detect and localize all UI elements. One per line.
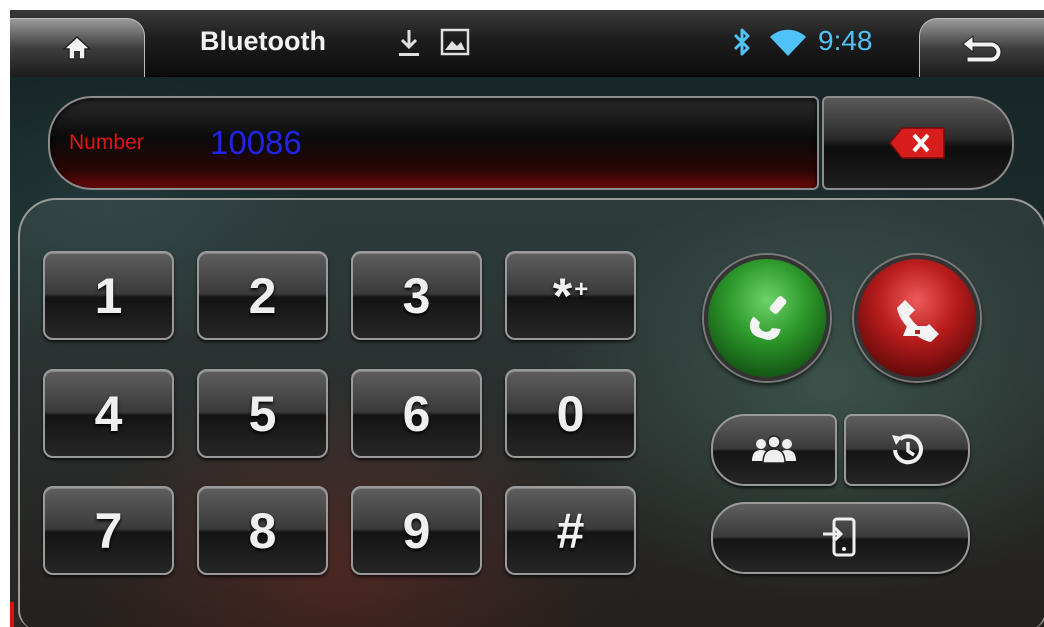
key-5[interactable]: 5 — [197, 369, 328, 458]
key-9[interactable]: 9 — [351, 486, 482, 575]
page-title: Bluetooth — [200, 26, 326, 56]
key-1[interactable]: 1 — [43, 251, 174, 340]
phone-hangup-icon — [897, 300, 939, 342]
key-label: 6 — [402, 385, 431, 442]
status-bar: Bluetooth 9:48 — [10, 10, 1044, 77]
key-8[interactable]: 8 — [197, 486, 328, 575]
key-star[interactable]: * + — [505, 251, 636, 340]
key-label: 1 — [94, 267, 123, 324]
key-label: 8 — [248, 502, 277, 559]
call-button[interactable] — [704, 255, 830, 381]
backspace-button[interactable] — [822, 96, 1014, 190]
call-history-icon — [892, 434, 923, 465]
number-display[interactable]: Number 10086 — [48, 96, 819, 190]
key-label: # — [556, 502, 585, 559]
contacts-button[interactable] — [711, 414, 837, 486]
key-label: 2 — [248, 267, 277, 324]
phone-transfer-icon — [822, 517, 855, 557]
phone-transfer-button[interactable] — [711, 502, 970, 574]
contacts-icon — [752, 435, 796, 464]
backspace-icon — [889, 127, 945, 159]
number-label: Number — [69, 131, 144, 154]
hangup-button[interactable] — [854, 255, 980, 381]
back-icon — [962, 34, 1002, 63]
clock: 9:48 — [818, 25, 873, 56]
key-label: 9 — [402, 502, 431, 559]
key-label: 5 — [248, 385, 277, 442]
image-icon[interactable] — [440, 28, 470, 56]
indicator-mark — [10, 602, 14, 627]
call-history-button[interactable] — [844, 414, 970, 486]
back-button[interactable] — [919, 18, 1044, 77]
wifi-icon — [770, 29, 806, 56]
download-icon[interactable] — [398, 28, 420, 58]
key-label: 7 — [94, 502, 123, 559]
home-icon — [62, 35, 92, 60]
key-2[interactable]: 2 — [197, 251, 328, 340]
bluetooth-icon — [733, 28, 750, 56]
key-4[interactable]: 4 — [43, 369, 174, 458]
home-button[interactable] — [10, 18, 145, 77]
key-0[interactable]: 0 — [505, 369, 636, 458]
phone-answer-icon — [749, 296, 787, 340]
key-label: 0 — [556, 385, 585, 442]
key-hash[interactable]: # — [505, 486, 636, 575]
number-value: 10086 — [210, 124, 302, 161]
key-sup-label: + — [574, 275, 589, 303]
key-7[interactable]: 7 — [43, 486, 174, 575]
key-label: 3 — [402, 267, 431, 324]
key-label: * — [552, 267, 573, 324]
key-6[interactable]: 6 — [351, 369, 482, 458]
bluetooth-dialer-screen: Bluetooth 9:48 Number 10086 1 2 3 * + 4 … — [10, 10, 1044, 627]
key-3[interactable]: 3 — [351, 251, 482, 340]
key-label: 4 — [94, 385, 123, 442]
